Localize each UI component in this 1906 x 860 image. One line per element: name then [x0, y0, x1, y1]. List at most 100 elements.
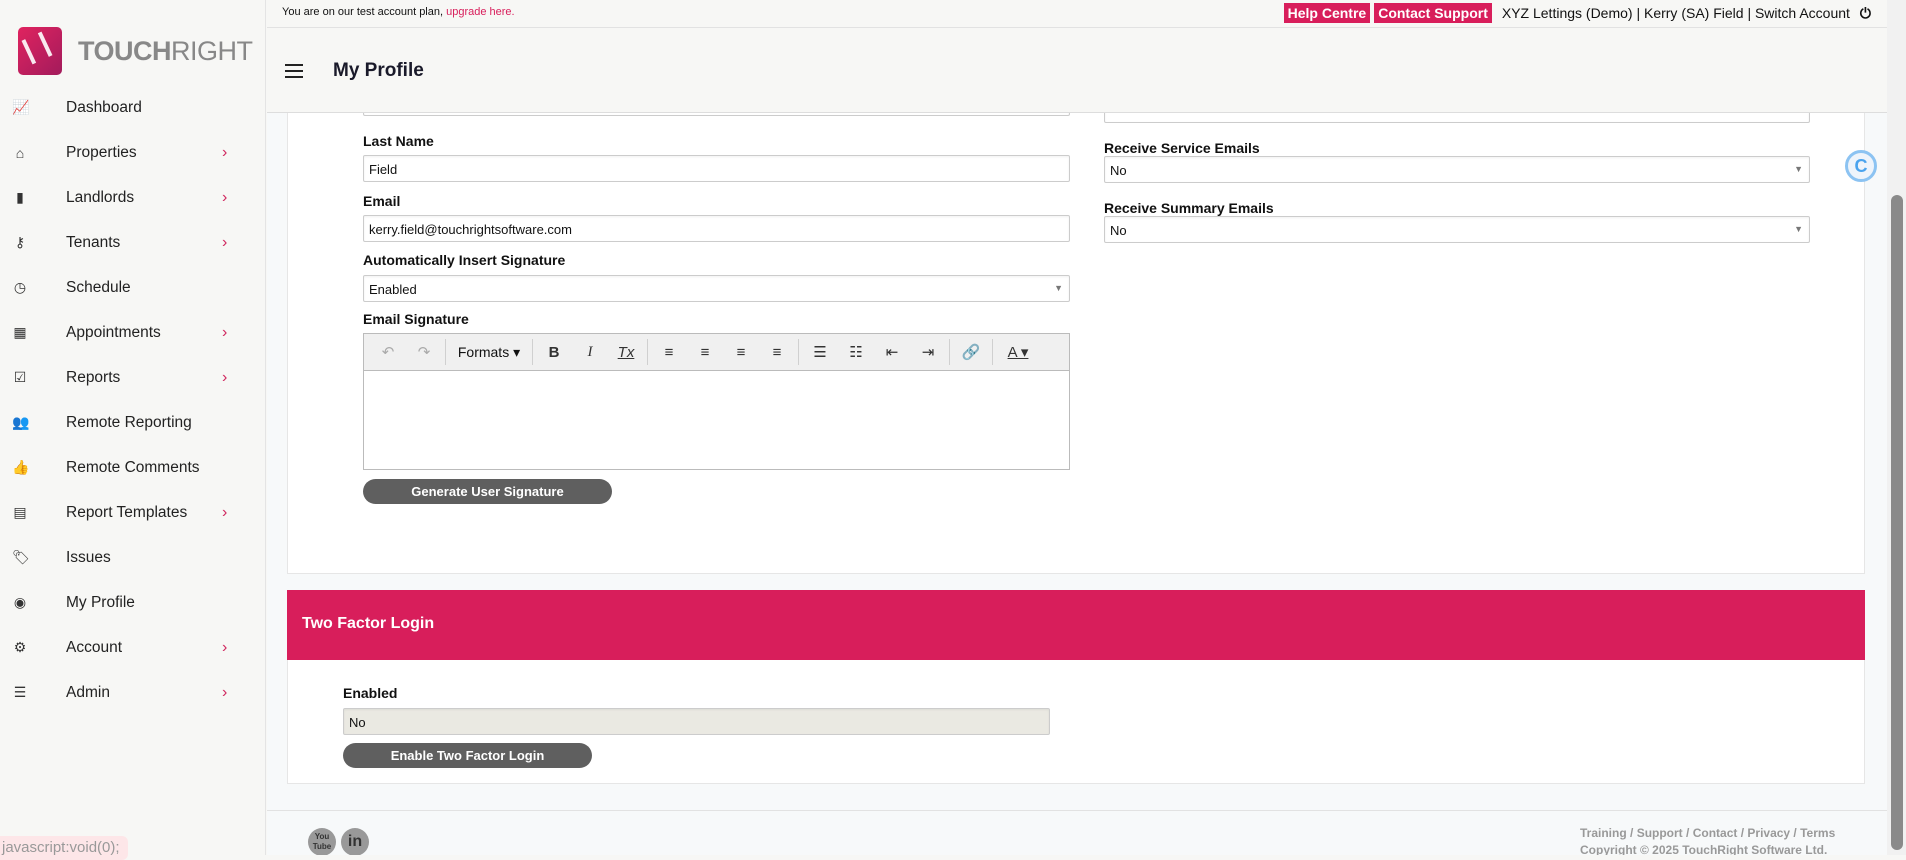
schedule-icon: ◷	[13, 279, 27, 295]
auto-signature-label: Automatically Insert Signature	[363, 252, 566, 268]
footer-link-contact[interactable]: Contact	[1693, 826, 1738, 840]
link-status-tooltip: javascript:void(0);	[0, 836, 128, 860]
sidebar-item-appointments[interactable]: ▦ Appointments ›	[0, 310, 266, 355]
link-icon[interactable]: 🔗	[953, 343, 989, 361]
italic-icon[interactable]: I	[572, 344, 608, 361]
sidebar: TOUCHRIGHT 📈 Dashboard ⌂ Properties › ▮ Landlo…	[0, 0, 266, 860]
hamburger-menu-icon[interactable]	[285, 64, 303, 78]
remote-comments-icon: 👍	[12, 459, 30, 475]
sidebar-item-landlords[interactable]: ▮ Landlords ›	[0, 175, 266, 220]
dashboard-icon: 📈	[12, 99, 30, 115]
formats-dropdown[interactable]: Formats ▾	[449, 344, 529, 361]
sidebar-item-label: Remote Comments	[66, 458, 200, 476]
chevron-right-icon: ›	[222, 323, 228, 341]
assistant-widget-icon[interactable]: C	[1845, 150, 1877, 182]
footer-separator: /	[1790, 826, 1801, 840]
sidebar-item-schedule[interactable]: ◷ Schedule	[0, 265, 266, 310]
auto-signature-select[interactable]: Enabled	[363, 275, 1070, 302]
logo-text-light: RIGHT	[171, 35, 253, 66]
copyright: Copyright © 2025 TouchRight Software Ltd…	[1580, 843, 1828, 855]
two-factor-card: Enabled No Enable Two Factor Login	[287, 660, 1865, 784]
linkedin-icon[interactable]: in	[341, 828, 369, 855]
contact-support-button[interactable]: Contact Support	[1374, 3, 1492, 23]
sidebar-item-label: Properties	[66, 143, 137, 161]
sidebar-item-dashboard[interactable]: 📈 Dashboard	[0, 85, 266, 130]
summary-emails-select[interactable]: No	[1104, 216, 1810, 243]
align-right-icon[interactable]: ≡	[723, 344, 759, 361]
account-switcher[interactable]: XYZ Lettings (Demo) | Kerry (SA) Field |…	[1502, 5, 1850, 21]
footer-link-training[interactable]: Training	[1580, 826, 1627, 840]
footer-link-terms[interactable]: Terms	[1800, 826, 1835, 840]
sidebar-item-admin[interactable]: ☰ Admin ›	[0, 670, 266, 715]
youtube-icon[interactable]: You Tube	[308, 828, 336, 855]
last-name-label: Last Name	[363, 133, 434, 149]
report-templates-icon: ▤	[13, 504, 27, 520]
service-emails-label: Receive Service Emails	[1104, 140, 1260, 156]
editor-toolbar: ↶ ↷ Formats ▾ B I Tx ≡ ≡ ≡ ≡ ☰ ☷ ⇤ ⇥ 🔗 A…	[364, 334, 1069, 371]
help-centre-button[interactable]: Help Centre	[1283, 3, 1371, 23]
sidebar-item-remote-reporting[interactable]: 👥 Remote Reporting	[0, 400, 266, 445]
upgrade-link[interactable]: upgrade here.	[446, 6, 515, 18]
outdent-icon[interactable]: ⇤	[874, 343, 910, 361]
last-name-input[interactable]: Field	[363, 155, 1070, 182]
right-column-input[interactable]	[1104, 113, 1810, 123]
text-color-icon[interactable]: A ▾	[996, 343, 1040, 361]
bold-icon[interactable]: B	[536, 344, 572, 361]
bullet-list-icon[interactable]: ☰	[802, 343, 838, 361]
two-factor-enabled-field: No	[343, 708, 1050, 735]
sidebar-item-my-profile[interactable]: ◉ My Profile	[0, 580, 266, 625]
power-icon[interactable]: ⏻	[1860, 5, 1871, 22]
undo-icon[interactable]: ↶	[370, 343, 406, 361]
scrollbar[interactable]	[1887, 0, 1906, 855]
sidebar-item-label: Issues	[66, 548, 111, 566]
sidebar-item-report-templates[interactable]: ▤ Report Templates ›	[0, 490, 266, 535]
chevron-right-icon: ›	[222, 368, 228, 386]
enable-two-factor-button[interactable]: Enable Two Factor Login	[343, 743, 592, 768]
footer-divider	[267, 810, 1887, 811]
align-left-icon[interactable]: ≡	[651, 344, 687, 361]
email-label: Email	[363, 193, 401, 209]
numbered-list-icon[interactable]: ☷	[838, 343, 874, 361]
sidebar-item-label: Admin	[66, 683, 110, 701]
service-emails-select[interactable]: No	[1104, 156, 1810, 183]
chevron-right-icon: ›	[222, 233, 228, 251]
first-name-input[interactable]	[363, 113, 1070, 116]
sidebar-item-remote-comments[interactable]: 👍 Remote Comments	[0, 445, 266, 490]
sidebar-item-label: Tenants	[66, 233, 121, 251]
top-bar: You are on our test account plan, upgrad…	[267, 0, 1887, 28]
footer-link-support[interactable]: Support	[1637, 826, 1683, 840]
redo-icon[interactable]: ↷	[406, 343, 442, 361]
email-signature-label: Email Signature	[363, 311, 469, 327]
justify-icon[interactable]: ≡	[759, 344, 795, 361]
sidebar-item-reports[interactable]: ☑ Reports ›	[0, 355, 266, 400]
sidebar-item-tenants[interactable]: ⚷ Tenants ›	[0, 220, 266, 265]
reports-icon: ☑	[13, 369, 27, 385]
generate-signature-button[interactable]: Generate User Signature	[363, 479, 612, 504]
align-center-icon[interactable]: ≡	[687, 344, 723, 361]
indent-icon[interactable]: ⇥	[910, 343, 946, 361]
sidebar-item-issues[interactable]: 🏷 Issues	[0, 535, 266, 580]
chevron-right-icon: ›	[222, 188, 228, 206]
remote-reporting-icon: 👥	[12, 414, 30, 430]
my-profile-icon: ◉	[13, 594, 27, 610]
issues-icon: 🏷	[12, 549, 30, 565]
footer-separator: /	[1626, 826, 1637, 840]
logo[interactable]: TOUCHRIGHT	[18, 27, 253, 75]
touchright-logo-icon	[18, 27, 62, 75]
footer-link-privacy[interactable]: Privacy	[1747, 826, 1790, 840]
scrollbar-thumb[interactable]	[1891, 195, 1903, 850]
editor-body[interactable]	[364, 371, 1069, 469]
clear-formatting-icon[interactable]: Tx	[608, 344, 644, 361]
page-header: My Profile	[267, 28, 1887, 113]
sidebar-item-properties[interactable]: ⌂ Properties ›	[0, 130, 266, 175]
email-signature-editor: ↶ ↷ Formats ▾ B I Tx ≡ ≡ ≡ ≡ ☰ ☷ ⇤ ⇥ 🔗 A…	[363, 333, 1070, 470]
sidebar-item-account[interactable]: ⚙ Account ›	[0, 625, 266, 670]
two-factor-enabled-label: Enabled	[343, 685, 398, 701]
main-content: Last Name Field Email kerry.field@touchr…	[267, 113, 1887, 855]
two-factor-header: Two Factor Login	[287, 590, 1865, 660]
chevron-right-icon: ›	[222, 638, 228, 656]
sidebar-nav: 📈 Dashboard ⌂ Properties › ▮ Landlords › ⚷ Tenant…	[0, 85, 266, 715]
logo-text-bold: TOUCH	[78, 35, 172, 66]
tenants-icon: ⚷	[14, 234, 26, 250]
email-input[interactable]: kerry.field@touchrightsoftware.com	[363, 215, 1070, 242]
